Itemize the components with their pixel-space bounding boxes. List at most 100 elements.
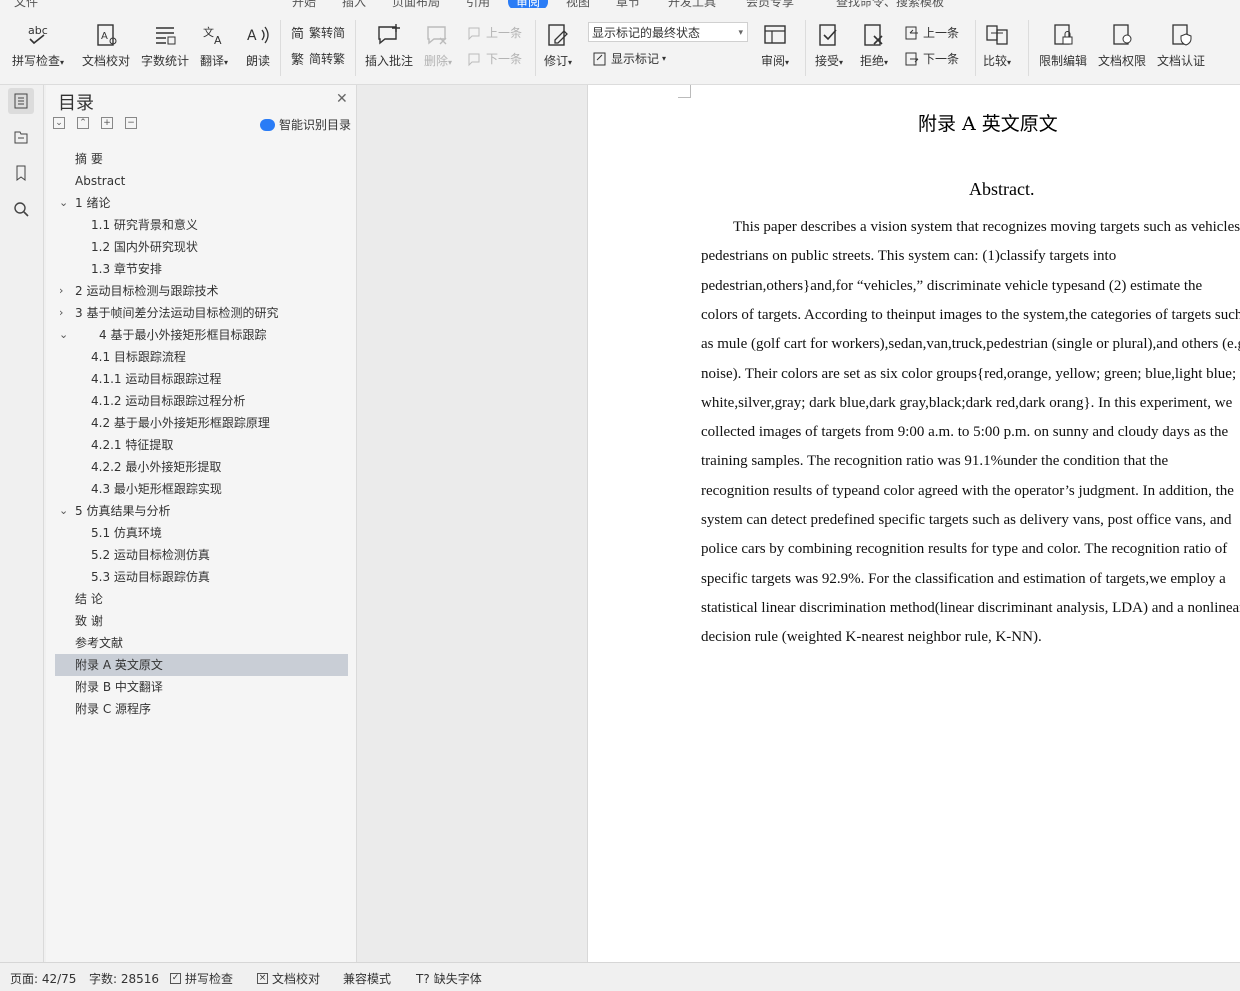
chevron-down-icon[interactable]: ⌄: [59, 324, 68, 346]
toc-item-label: 1.2 国内外研究现状: [91, 240, 198, 254]
word-count[interactable]: 字数: 28516: [89, 970, 159, 987]
proof-icon: ×: [257, 973, 268, 984]
insert-comment-icon: [378, 24, 400, 45]
toc-item[interactable]: 1.3 章节安排: [55, 258, 348, 280]
tab-references[interactable]: 引用: [466, 0, 490, 8]
word-count-button[interactable]: 字数统计: [141, 22, 189, 69]
toc-item[interactable]: 附录 C 源程序: [55, 698, 348, 720]
chevron-down-icon[interactable]: ⌄: [59, 500, 68, 522]
tab-file[interactable]: 文件: [14, 0, 38, 8]
missing-fonts[interactable]: T? 缺失字体: [416, 970, 482, 987]
toc-item[interactable]: 参考文献: [55, 632, 348, 654]
show-markup-button[interactable]: 显示标记 ▾: [592, 50, 666, 67]
toc-icon: [14, 93, 28, 109]
expand-up-icon[interactable]: ⌃: [77, 117, 89, 129]
toc-item[interactable]: › 2 运动目标检测与跟踪技术: [55, 280, 348, 302]
toc-item[interactable]: 4.2.1 特征提取: [55, 434, 348, 456]
status-doc-proof[interactable]: × 文档校对: [257, 970, 320, 987]
toc-item[interactable]: 附录 B 中文翻译: [55, 676, 348, 698]
toc-item[interactable]: Abstract: [55, 170, 348, 192]
toc-item[interactable]: 结 论: [55, 588, 348, 610]
toc-item[interactable]: 4.3 最小矩形框跟踪实现: [55, 478, 348, 500]
doc-permission-button[interactable]: 文档权限: [1098, 22, 1146, 69]
review-pane-button[interactable]: 审阅▾: [761, 22, 789, 69]
bookmark-pane-button[interactable]: [8, 160, 34, 186]
toc-pane-button[interactable]: [8, 88, 34, 114]
next-comment-button[interactable]: 下一条: [467, 50, 522, 67]
add-heading-icon[interactable]: +: [101, 117, 113, 129]
toc-item[interactable]: ⌄ 4 基于最小外接矩形框目标跟踪: [55, 324, 348, 346]
toc-item-label: 5.2 运动目标检测仿真: [91, 548, 210, 562]
status-spell-check[interactable]: ✓ 拼写检查: [170, 970, 233, 987]
toc-item[interactable]: 摘 要: [55, 148, 348, 170]
toc-item-label: 4.2.1 特征提取: [91, 438, 174, 452]
command-search[interactable]: 查找命令、搜索模板: [836, 0, 944, 8]
toc-item[interactable]: 4.2 基于最小外接矩形框跟踪原理: [55, 412, 348, 434]
accept-button[interactable]: 接受▾: [815, 22, 843, 69]
tab-section[interactable]: 章节: [616, 0, 640, 8]
next-change-button[interactable]: 下一条: [904, 50, 959, 67]
trad-to-simp-button[interactable]: 简 繁转简: [290, 24, 345, 41]
tab-review[interactable]: 审阅: [508, 0, 549, 8]
translate-button[interactable]: 文A 翻译▾: [200, 22, 228, 69]
toc-item[interactable]: 1.2 国内外研究现状: [55, 236, 348, 258]
prev-comment-button[interactable]: 上一条: [467, 24, 522, 41]
shield-icon: [1172, 24, 1192, 46]
toc-item[interactable]: ⌄ 1 绪论: [55, 192, 348, 214]
toc-item[interactable]: 5.1 仿真环境: [55, 522, 348, 544]
tab-member[interactable]: 会员专享: [746, 0, 794, 8]
toc-item[interactable]: 1.1 研究背景和意义: [55, 214, 348, 236]
doc-auth-button[interactable]: 文档认证: [1157, 22, 1205, 69]
separator: [805, 20, 806, 76]
svg-text:简: 简: [291, 26, 304, 41]
delete-comment-button[interactable]: 删除▾: [424, 22, 452, 69]
tab-layout[interactable]: 页面布局: [392, 0, 440, 8]
toc-item[interactable]: 4.2.2 最小外接矩形提取: [55, 456, 348, 478]
chevron-down-icon[interactable]: ⌄: [59, 192, 68, 214]
insert-comment-button[interactable]: 插入批注: [365, 22, 413, 69]
remove-heading-icon[interactable]: −: [125, 117, 137, 129]
close-icon[interactable]: ✕: [336, 91, 348, 107]
toc-item[interactable]: ⌄ 5 仿真结果与分析: [55, 500, 348, 522]
toc-item[interactable]: 4.1.1 运动目标跟踪过程: [55, 368, 348, 390]
spell-check-button[interactable]: abc 拼写检查▾: [12, 22, 64, 69]
tab-home[interactable]: 开始: [292, 0, 316, 8]
chevron-right-icon[interactable]: ›: [59, 280, 63, 302]
compare-button[interactable]: 比较▾: [983, 22, 1011, 69]
compat-mode: 兼容模式: [343, 972, 392, 986]
toc-item[interactable]: 5.3 运动目标跟踪仿真: [55, 566, 348, 588]
toc-item-label: Abstract: [75, 174, 126, 188]
collapse-all-icon[interactable]: ⌄: [53, 117, 65, 129]
chevron-right-icon[interactable]: ›: [59, 302, 63, 324]
tab-insert[interactable]: 插入: [342, 0, 366, 8]
tab-developer[interactable]: 开发工具: [668, 0, 716, 8]
reject-button[interactable]: 拒绝▾: [860, 22, 888, 69]
smart-toc-button[interactable]: 智能识别目录: [260, 116, 351, 133]
find-pane-button[interactable]: [8, 196, 34, 222]
tab-view[interactable]: 视图: [566, 0, 590, 8]
restrict-edit-button[interactable]: 限制编辑: [1039, 22, 1087, 69]
toc-item-label: 参考文献: [75, 636, 124, 650]
markup-state-select[interactable]: 显示标记的最终状态 ▾: [588, 22, 748, 42]
read-aloud-button[interactable]: A 朗读: [245, 22, 271, 69]
document-line: system can detect predefined specific ta…: [701, 512, 1232, 528]
prev-change-button[interactable]: 上一条: [904, 24, 959, 41]
document-line: police cars by combining recognition res…: [701, 541, 1228, 558]
appendix-heading: 附录 A 英文原文: [918, 113, 1058, 135]
simp-to-trad-button[interactable]: 繁 简转繁: [290, 50, 345, 67]
toc-item[interactable]: 致 谢: [55, 610, 348, 632]
toc-item[interactable]: 5.2 运动目标检测仿真: [55, 544, 348, 566]
svg-text:繁: 繁: [291, 52, 304, 67]
page-count[interactable]: 页面: 42/75: [10, 970, 76, 987]
toc-item[interactable]: 4.1 目标跟踪流程: [55, 346, 348, 368]
toc-item-label: 5 仿真结果与分析: [75, 504, 171, 518]
toc-item-label: 4.2 基于最小外接矩形框跟踪原理: [91, 416, 270, 430]
svg-text:abc: abc: [28, 24, 48, 37]
chapter-pane-button[interactable]: [8, 124, 34, 150]
track-changes-button[interactable]: 修订▾: [544, 22, 572, 69]
toc-item[interactable]: 4.1.2 运动目标跟踪过程分析: [55, 390, 348, 412]
doc-proof-button[interactable]: A 文档校对: [82, 22, 130, 69]
toc-item-label: 结 论: [75, 592, 103, 606]
toc-item[interactable]: › 3 基于帧间差分法运动目标检测的研究: [55, 302, 348, 324]
toc-item[interactable]: 附录 A 英文原文: [55, 654, 348, 676]
